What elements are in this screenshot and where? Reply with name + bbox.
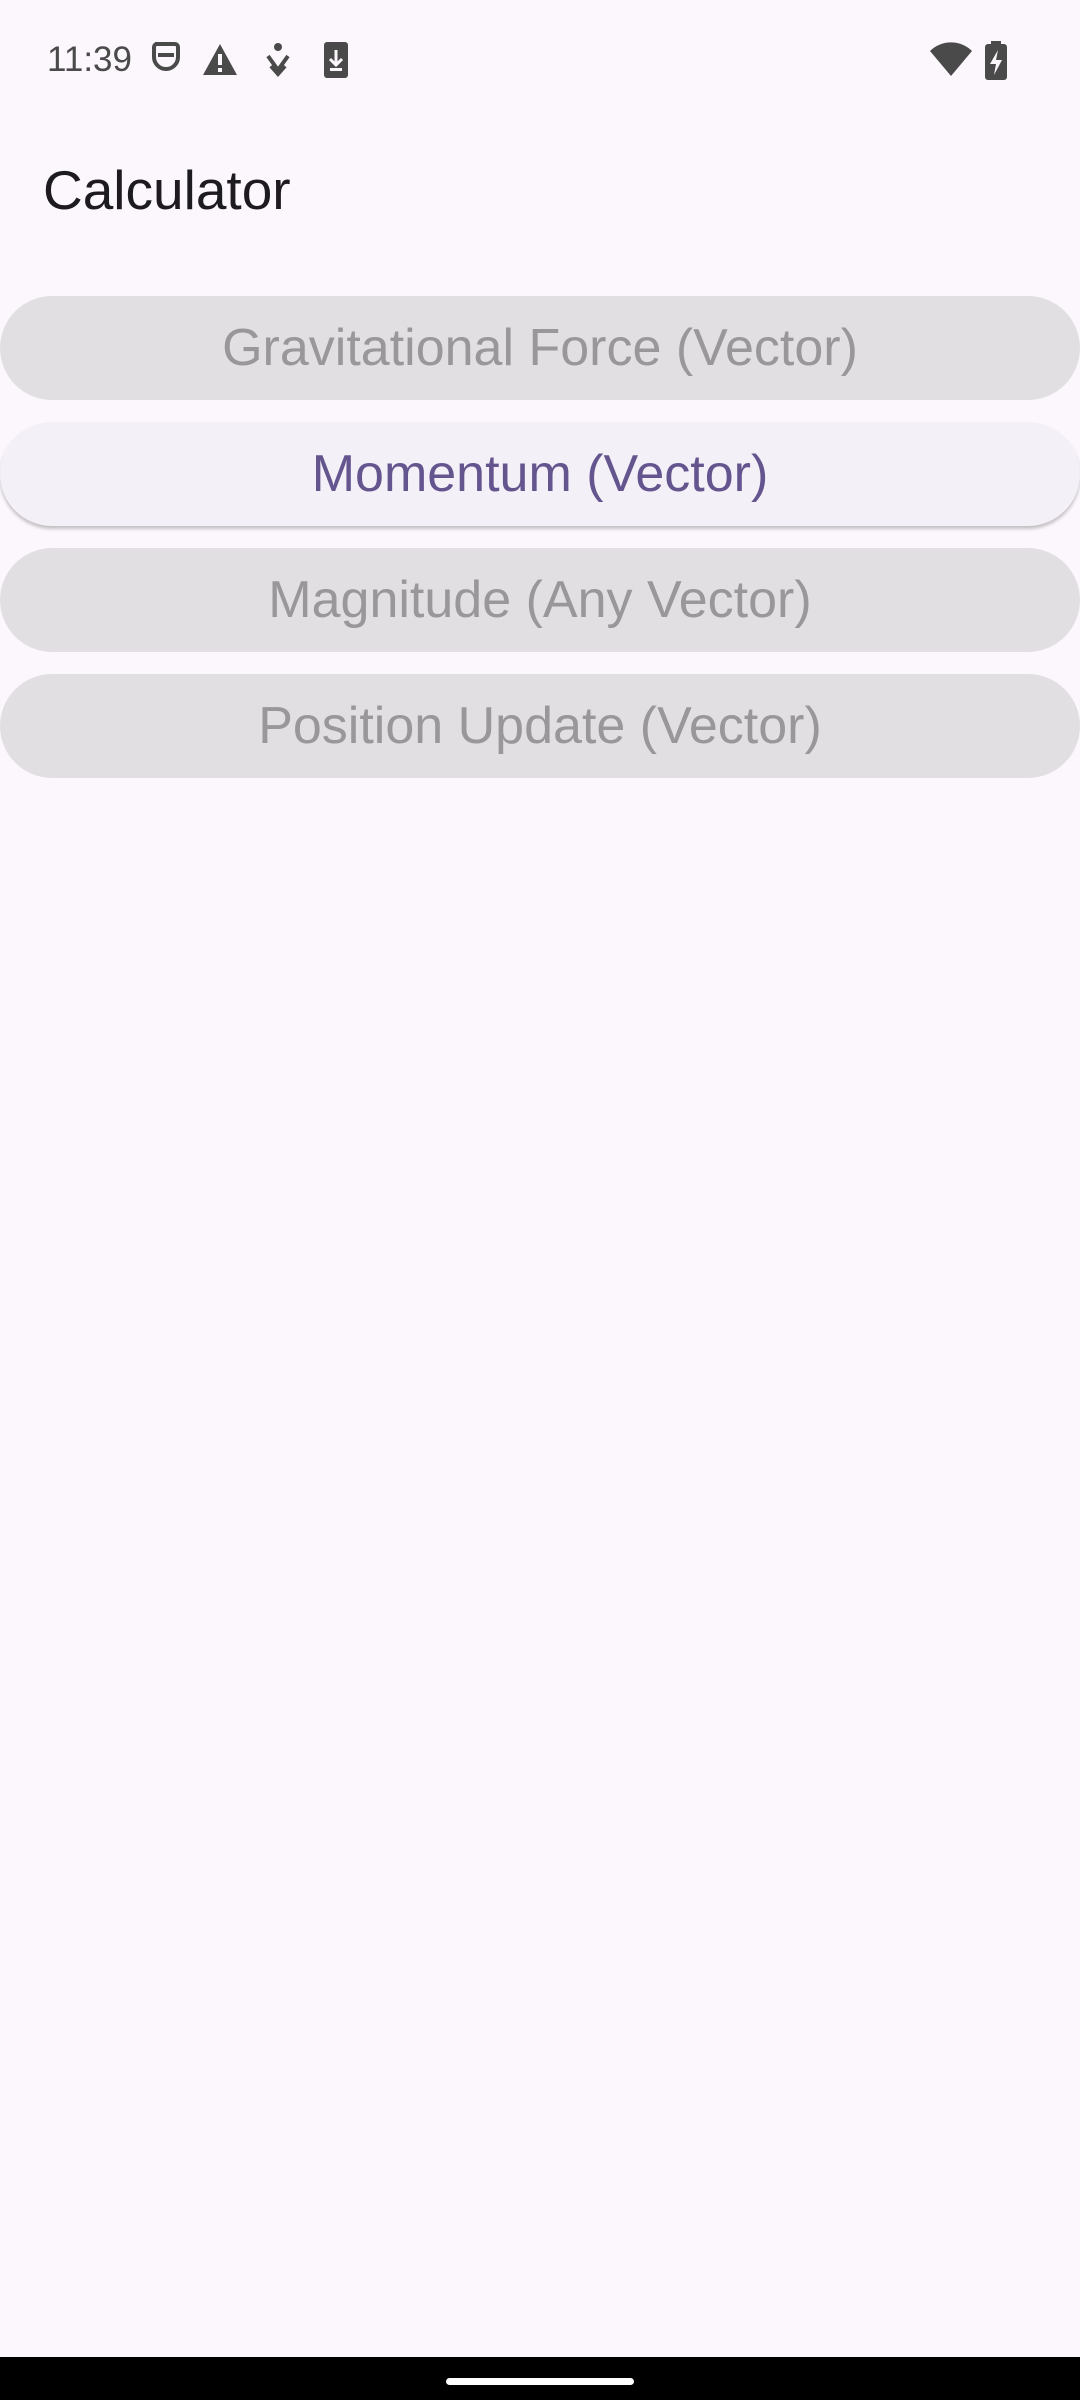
accessibility-icon xyxy=(266,43,290,78)
navigation-bar xyxy=(0,2357,1080,2400)
position-update-button[interactable]: Position Update (Vector) xyxy=(0,674,1080,778)
sim-card-icon xyxy=(152,42,180,71)
home-gesture-handle[interactable] xyxy=(446,2378,634,2385)
page-title: Calculator xyxy=(43,159,291,221)
button-list: Gravitational Force (Vector) Momentum (V… xyxy=(0,296,1080,800)
download-icon xyxy=(324,42,348,78)
momentum-button[interactable]: Momentum (Vector) xyxy=(0,422,1080,526)
gravitational-force-button[interactable]: Gravitational Force (Vector) xyxy=(0,296,1080,400)
battery-charging-icon xyxy=(985,41,1007,80)
wifi-icon xyxy=(930,42,972,76)
status-bar: 11:39 xyxy=(0,0,1080,120)
warning-icon xyxy=(203,44,237,75)
status-time: 11:39 xyxy=(47,40,132,79)
magnitude-button[interactable]: Magnitude (Any Vector) xyxy=(0,548,1080,652)
